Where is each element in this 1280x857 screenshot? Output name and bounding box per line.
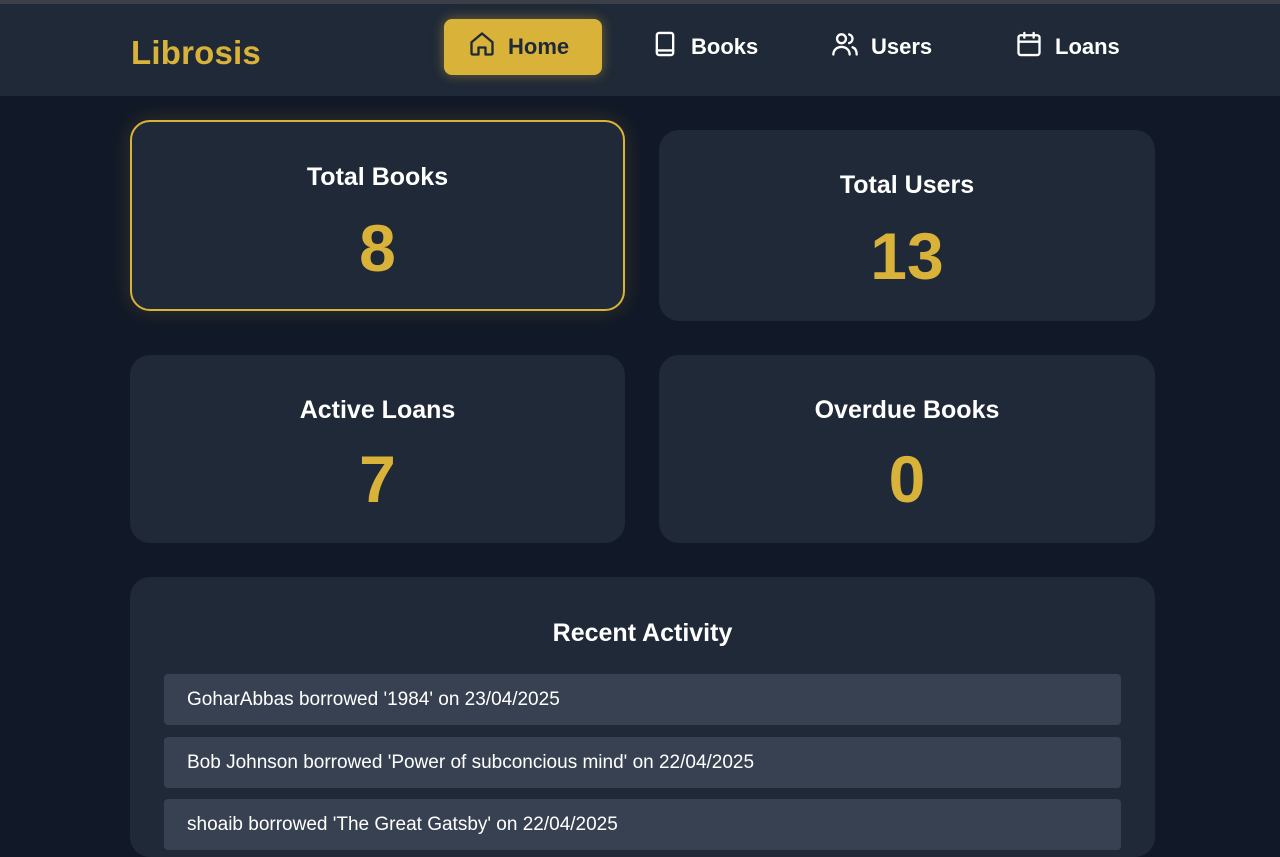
stat-title: Active Loans xyxy=(299,396,456,424)
users-icon xyxy=(831,30,859,64)
nav-loans-label: Loans xyxy=(1055,34,1120,59)
stat-value: 8 xyxy=(359,211,396,285)
stat-title: Total Books xyxy=(306,163,449,191)
nav-users-label: Users xyxy=(871,34,933,59)
activity-item: Bob Johnson borrowed 'Power of subconcio… xyxy=(164,737,1121,788)
stat-value: 13 xyxy=(870,219,944,293)
nav-home-label: Home xyxy=(508,34,570,59)
activity-item: shoaib borrowed 'The Great Gatsby' on 22… xyxy=(164,799,1121,850)
nav-loans[interactable]: Loans xyxy=(1015,19,1120,75)
activity-item: GoharAbbas borrowed '1984' on 23/04/2025 xyxy=(164,674,1121,725)
stat-card-overdue-books[interactable]: Overdue Books 0 xyxy=(659,355,1155,543)
calendar-icon xyxy=(1015,30,1043,64)
stat-card-total-users[interactable]: Total Users 13 xyxy=(659,130,1155,321)
stat-card-total-books[interactable]: Total Books 8 xyxy=(130,120,625,311)
book-icon xyxy=(651,30,679,64)
brand-logo[interactable]: Librosis xyxy=(131,34,261,72)
stat-title: Total Users xyxy=(839,171,975,199)
top-navbar: Librosis Home Books Users Loans xyxy=(0,4,1280,96)
nav-books[interactable]: Books xyxy=(651,19,758,75)
nav-home[interactable]: Home xyxy=(444,19,602,75)
nav-books-label: Books xyxy=(691,34,759,59)
stat-value: 0 xyxy=(888,442,926,516)
recent-activity-title: Recent Activity xyxy=(552,619,733,647)
stat-title: Overdue Books xyxy=(814,396,1000,424)
home-icon xyxy=(468,30,496,64)
stat-card-active-loans[interactable]: Active Loans 7 xyxy=(130,355,625,543)
recent-activity-panel: Recent Activity GoharAbbas borrowed '198… xyxy=(130,577,1155,857)
nav-users[interactable]: Users xyxy=(831,19,932,75)
stat-value: 7 xyxy=(359,442,396,516)
